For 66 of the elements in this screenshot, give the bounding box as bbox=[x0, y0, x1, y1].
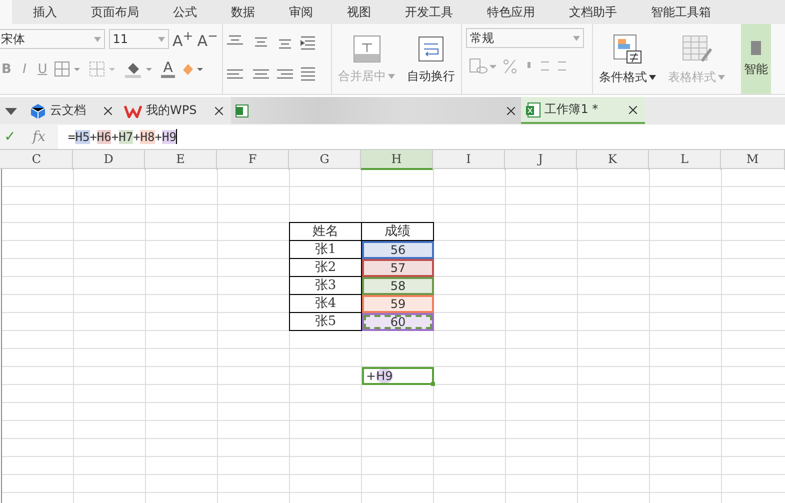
caret-icon bbox=[158, 36, 164, 42]
caret-icon bbox=[649, 74, 656, 80]
document-tab[interactable]: 我的WPS bbox=[120, 97, 231, 124]
table-cell: 58 bbox=[362, 277, 434, 295]
column-header[interactable]: M bbox=[721, 150, 785, 170]
table-cell: 张3 bbox=[289, 276, 362, 295]
table-cell: 成绩 bbox=[361, 222, 434, 241]
caret-icon bbox=[573, 36, 580, 40]
column-header[interactable]: H bbox=[361, 150, 433, 170]
menu-tab[interactable]: 文档助手 bbox=[552, 0, 634, 24]
menu-tab[interactable]: 数据 bbox=[214, 0, 272, 24]
table-cell: 59 bbox=[362, 295, 434, 313]
document-tab[interactable]: 云文档 bbox=[26, 97, 120, 124]
table-cell: 张1 bbox=[289, 240, 362, 259]
number-format-field[interactable]: 常规 bbox=[466, 28, 584, 48]
w-logo-icon bbox=[124, 104, 142, 118]
formula-input[interactable]: =H5+H6+H7+H8+H9 bbox=[58, 124, 785, 148]
smart-button[interactable]: 智能 bbox=[741, 24, 771, 94]
column-header[interactable]: K bbox=[577, 150, 649, 170]
conditional-format-icon bbox=[610, 32, 644, 64]
column-header[interactable]: L bbox=[649, 150, 721, 170]
menu-tab[interactable]: 插入 bbox=[16, 0, 74, 24]
table-cell: 57 bbox=[362, 259, 434, 277]
close-icon[interactable] bbox=[214, 106, 223, 114]
table-cell: 56 bbox=[362, 241, 434, 259]
grow-font-button[interactable]: A$^{+}$ bbox=[172, 28, 194, 50]
column-header[interactable]: D bbox=[73, 150, 145, 170]
column-header[interactable]: I bbox=[433, 150, 505, 170]
table-cell: 张4 bbox=[289, 294, 362, 313]
column-header[interactable]: E bbox=[145, 150, 217, 170]
menu-tab[interactable]: 视图 bbox=[330, 0, 388, 24]
column-header[interactable]: J bbox=[505, 150, 577, 170]
active-cell[interactable]: +H9 bbox=[362, 367, 434, 385]
font-size-field[interactable]: 11 bbox=[108, 29, 168, 49]
caret-icon bbox=[718, 74, 725, 80]
menu-tab[interactable]: 智能工具箱 bbox=[634, 0, 728, 24]
shrink-font-button[interactable]: A$^{−}$ bbox=[197, 28, 218, 50]
menu-tab[interactable]: 审阅 bbox=[272, 0, 330, 24]
table-cell: 姓名 bbox=[289, 222, 362, 241]
wrap-text-icon bbox=[416, 34, 446, 64]
toolbox-icon bbox=[751, 40, 761, 54]
table-cell: 张2 bbox=[289, 258, 362, 277]
spreadsheet-icon bbox=[234, 104, 249, 118]
font-color-button[interactable]: A bbox=[161, 60, 175, 78]
column-header[interactable]: F bbox=[217, 150, 289, 170]
spreadsheet-icon bbox=[524, 102, 541, 118]
caret-icon bbox=[388, 74, 395, 78]
table-cell: 60 bbox=[362, 313, 434, 331]
column-header[interactable]: C bbox=[1, 150, 73, 170]
menu-tab[interactable]: 公式 bbox=[156, 0, 214, 24]
close-icon[interactable] bbox=[104, 106, 112, 114]
menu-tab[interactable]: 页面布局 bbox=[74, 0, 156, 24]
caret-icon bbox=[94, 36, 101, 42]
table-brush-icon bbox=[680, 32, 714, 64]
menu-tab[interactable]: 特色应用 bbox=[470, 0, 552, 24]
document-tab[interactable]: 工作簿1 * bbox=[520, 97, 645, 124]
menu-tab[interactable]: 开发工具 bbox=[388, 0, 470, 24]
cube-icon bbox=[30, 102, 46, 118]
merge-cells-icon bbox=[352, 34, 382, 64]
close-icon[interactable] bbox=[628, 106, 637, 114]
table-cell: 张5 bbox=[289, 312, 362, 331]
conditional-format-button[interactable]: 条件格式 bbox=[593, 24, 662, 94]
wrap-text-button[interactable]: 自动换行 bbox=[401, 24, 461, 94]
font-name-field[interactable]: 宋体 bbox=[0, 29, 105, 49]
close-icon[interactable] bbox=[506, 106, 515, 114]
caret-icon[interactable] bbox=[4, 106, 18, 116]
